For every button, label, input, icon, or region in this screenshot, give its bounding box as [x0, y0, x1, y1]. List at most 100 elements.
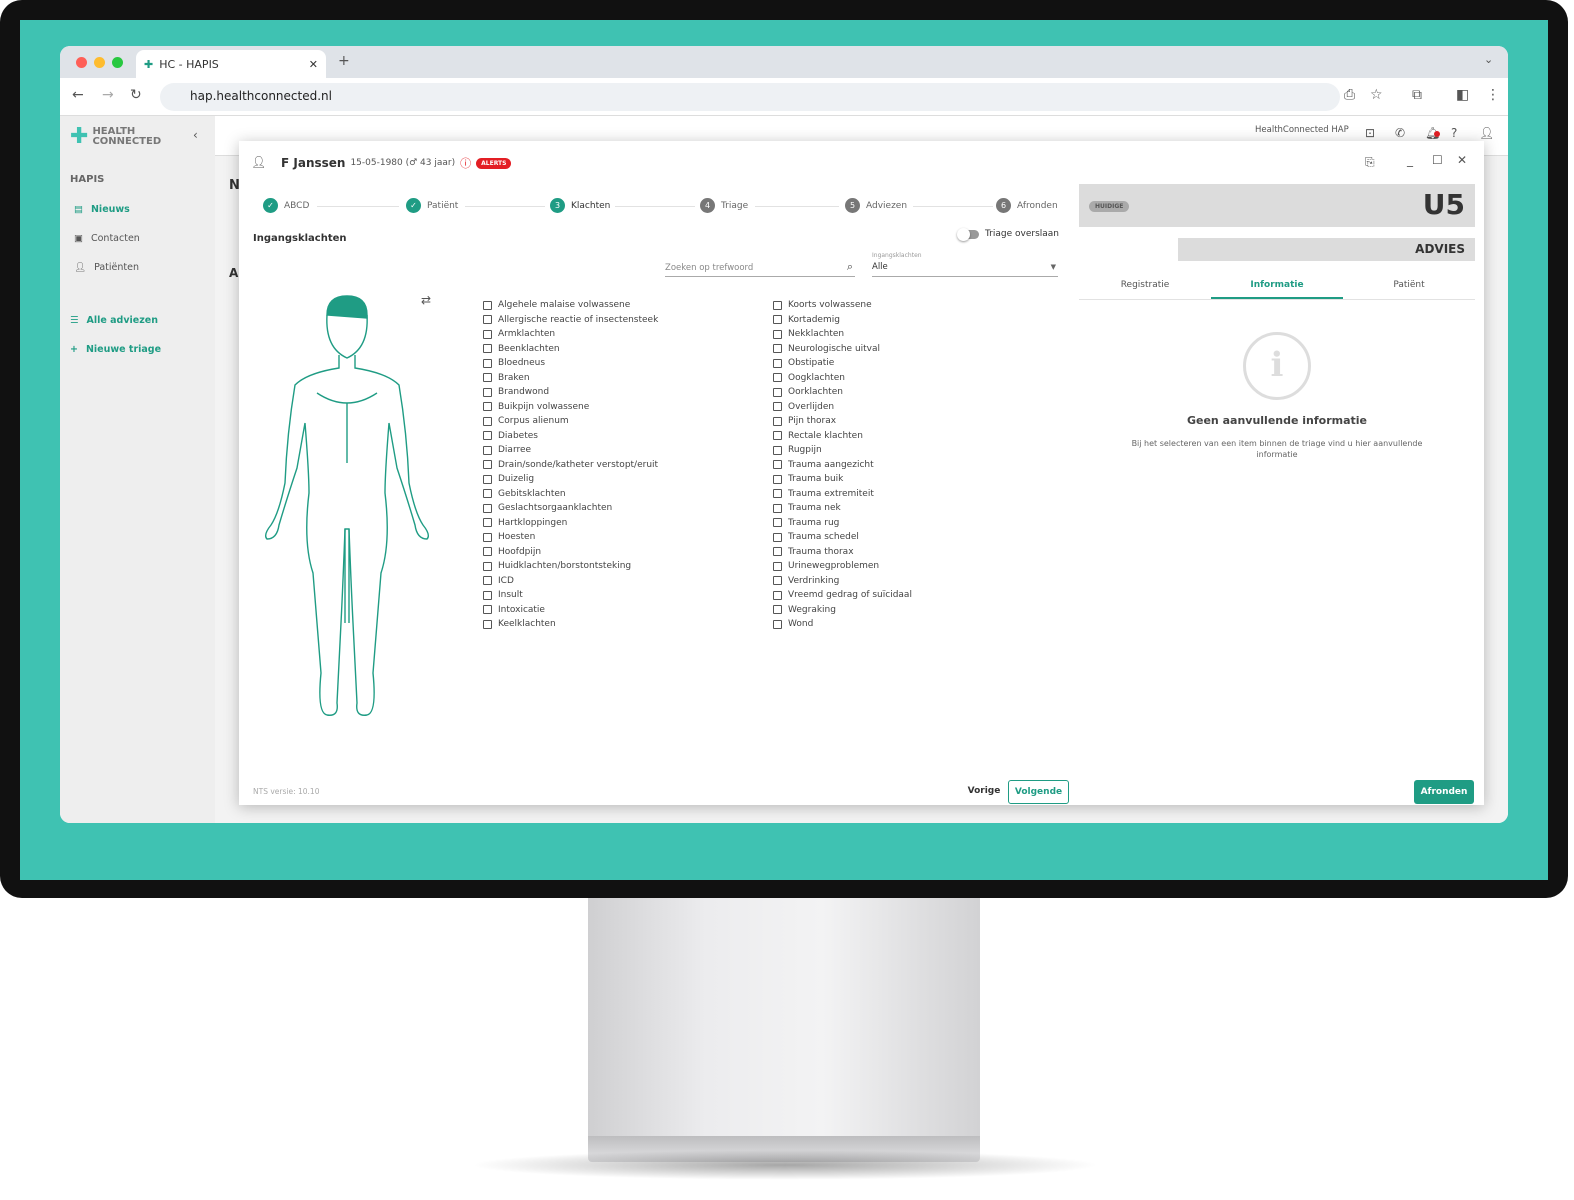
skip-triage-toggle[interactable]: Triage overslaan: [957, 227, 1059, 241]
new-triage-link[interactable]: + Nieuwe triage: [70, 344, 161, 355]
checkbox-icon[interactable]: [773, 358, 782, 368]
checkbox-icon[interactable]: [483, 402, 492, 412]
complaint-checkbox[interactable]: Verdrinking: [773, 574, 912, 589]
tab-registratie[interactable]: Registratie: [1079, 277, 1211, 299]
checkbox-icon[interactable]: [773, 547, 782, 557]
tab-menu-icon[interactable]: ⌄: [1484, 53, 1493, 66]
checkbox-icon[interactable]: [773, 373, 782, 383]
complaint-checkbox[interactable]: Vreemd gedrag of suïcidaal: [773, 588, 912, 603]
checkbox-icon[interactable]: [483, 300, 492, 310]
complaint-checkbox[interactable]: Keelklachten: [483, 617, 658, 632]
sidebar-item-patienten[interactable]: 👤︎ Patiënten: [74, 262, 139, 273]
complaint-checkbox[interactable]: Oogklachten: [773, 371, 912, 386]
complaint-checkbox[interactable]: Trauma buik: [773, 472, 912, 487]
checkbox-icon[interactable]: [773, 387, 782, 397]
checkbox-icon[interactable]: [773, 518, 782, 528]
checkbox-icon[interactable]: [773, 402, 782, 412]
forward-icon[interactable]: →: [102, 87, 114, 103]
checkbox-icon[interactable]: [483, 489, 492, 499]
checkbox-icon[interactable]: [483, 373, 492, 383]
complaint-checkbox[interactable]: Algehele malaise volwassene: [483, 298, 658, 313]
tab-informatie[interactable]: Informatie: [1211, 277, 1343, 299]
complaint-checkbox[interactable]: Trauma rug: [773, 516, 912, 531]
complaint-checkbox[interactable]: Overlijden: [773, 400, 912, 415]
checkbox-icon[interactable]: [773, 445, 782, 455]
checkbox-icon[interactable]: [483, 460, 492, 470]
previous-button[interactable]: Vorige: [961, 781, 1007, 801]
complaint-checkbox[interactable]: Hoesten: [483, 530, 658, 545]
complaint-checkbox[interactable]: Nekklachten: [773, 327, 912, 342]
checkbox-icon[interactable]: [773, 561, 782, 571]
checkbox-icon[interactable]: [773, 300, 782, 310]
step-patient[interactable]: ✓ Patiënt: [406, 198, 458, 213]
checkbox-icon[interactable]: [483, 619, 492, 629]
complaint-checkbox[interactable]: Drain/sonde/katheter verstopt/eruit: [483, 458, 658, 473]
checkbox-icon[interactable]: [483, 431, 492, 441]
checkbox-icon[interactable]: [483, 315, 492, 325]
complaint-checkbox[interactable]: Trauma schedel: [773, 530, 912, 545]
checkbox-icon[interactable]: [483, 416, 492, 426]
complaint-checkbox[interactable]: Corpus alienum: [483, 414, 658, 429]
collapse-sidebar-icon[interactable]: ‹: [193, 128, 198, 142]
complaint-checkbox[interactable]: Brandwond: [483, 385, 658, 400]
checkbox-icon[interactable]: [483, 547, 492, 557]
phone-icon[interactable]: ✆: [1395, 126, 1405, 140]
checkbox-icon[interactable]: [773, 503, 782, 513]
close-tab-icon[interactable]: ✕: [309, 58, 318, 71]
user-icon[interactable]: 👤︎: [1479, 126, 1494, 140]
checkbox-icon[interactable]: [483, 445, 492, 455]
search-input[interactable]: Zoeken op trefwoord ⌕: [665, 260, 855, 277]
checkbox-icon[interactable]: [483, 576, 492, 586]
step-abcd[interactable]: ✓ ABCD: [263, 198, 309, 213]
body-diagram[interactable]: [257, 293, 437, 723]
install-icon[interactable]: ⎙: [1344, 87, 1355, 103]
complaint-checkbox[interactable]: Beenklachten: [483, 342, 658, 357]
checkbox-icon[interactable]: [483, 358, 492, 368]
complaint-checkbox[interactable]: Hoofdpijn: [483, 545, 658, 560]
complaint-checkbox[interactable]: Duizelig: [483, 472, 658, 487]
checkbox-icon[interactable]: [483, 518, 492, 528]
sidepanel-icon[interactable]: ◧: [1456, 87, 1469, 103]
complaint-checkbox[interactable]: ICD: [483, 574, 658, 589]
complaint-checkbox[interactable]: Intoxicatie: [483, 603, 658, 618]
checkbox-icon[interactable]: [483, 605, 492, 615]
complaint-checkbox[interactable]: Neurologische uitval: [773, 342, 912, 357]
complaint-checkbox[interactable]: Rugpijn: [773, 443, 912, 458]
sidebar-item-contacten[interactable]: ▣ Contacten: [74, 233, 140, 244]
complaint-checkbox[interactable]: Diabetes: [483, 429, 658, 444]
tab-patient[interactable]: Patiënt: [1343, 277, 1475, 299]
checkbox-icon[interactable]: [773, 344, 782, 354]
complaint-checkbox[interactable]: Rectale klachten: [773, 429, 912, 444]
checkbox-icon[interactable]: [773, 532, 782, 542]
all-advice-link[interactable]: ☰ Alle adviezen: [70, 315, 158, 326]
complaint-checkbox[interactable]: Trauma aangezicht: [773, 458, 912, 473]
checkbox-icon[interactable]: [483, 532, 492, 542]
minimize-icon[interactable]: _: [1407, 153, 1413, 167]
browser-menu-icon[interactable]: ⋮: [1486, 87, 1500, 103]
checkbox-icon[interactable]: [773, 460, 782, 470]
search-icon[interactable]: ⌕: [847, 260, 853, 274]
complaint-checkbox[interactable]: Braken: [483, 371, 658, 386]
checkbox-icon[interactable]: [483, 474, 492, 484]
checkbox-icon[interactable]: [483, 561, 492, 571]
complaint-checkbox[interactable]: Gebitsklachten: [483, 487, 658, 502]
bell-icon[interactable]: 🔔︎: [1425, 126, 1441, 140]
back-icon[interactable]: ←: [72, 87, 84, 103]
complaint-checkbox[interactable]: Koorts volwassene: [773, 298, 912, 313]
checkbox-icon[interactable]: [773, 590, 782, 600]
url-field[interactable]: hap.healthconnected.nl: [160, 83, 1340, 111]
complaint-checkbox[interactable]: Pijn thorax: [773, 414, 912, 429]
checkbox-icon[interactable]: [773, 576, 782, 586]
complaint-checkbox[interactable]: Obstipatie: [773, 356, 912, 371]
maximize-window-button[interactable]: [112, 57, 123, 68]
step-triage[interactable]: 4 Triage: [700, 198, 748, 213]
complaint-checkbox[interactable]: Trauma nek: [773, 501, 912, 516]
finish-button[interactable]: Afronden: [1414, 780, 1474, 804]
new-tab-icon[interactable]: +: [338, 53, 350, 69]
complaint-checkbox[interactable]: Huidklachten/borstontsteking: [483, 559, 658, 574]
checkbox-icon[interactable]: [773, 619, 782, 629]
complaint-checkbox[interactable]: Insult: [483, 588, 658, 603]
complaint-checkbox[interactable]: Bloedneus: [483, 356, 658, 371]
filter-select[interactable]: Alle ▼: [872, 262, 1058, 277]
complaint-checkbox[interactable]: Armklachten: [483, 327, 658, 342]
